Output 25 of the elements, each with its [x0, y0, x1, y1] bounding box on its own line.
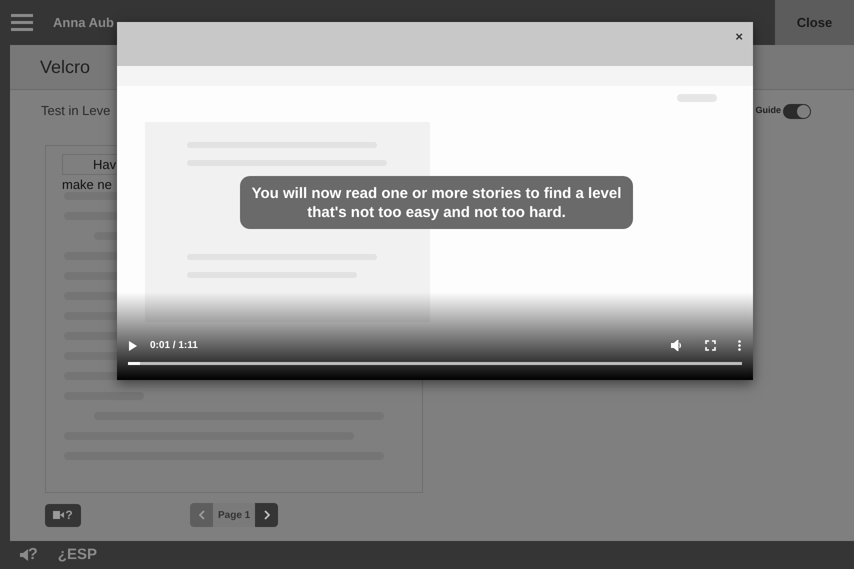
chevron-right-icon	[264, 510, 270, 520]
play-icon[interactable]	[129, 340, 137, 350]
volume-icon[interactable]	[671, 340, 683, 351]
time-display: 0:01 / 1:11	[150, 339, 198, 353]
more-options-icon[interactable]	[738, 340, 741, 351]
fullscreen-icon[interactable]	[705, 340, 716, 351]
next-page-button[interactable]	[255, 503, 278, 527]
toggle-label: Guide	[755, 104, 781, 118]
close-button[interactable]: Close	[775, 0, 854, 45]
video-camera-icon	[53, 511, 64, 519]
close-button[interactable]: ×	[735, 30, 743, 43]
progress-track[interactable]	[128, 362, 742, 365]
caption: You will now read one or more stories to find a level that's not too easy and not too hard.	[240, 176, 633, 229]
speaker-icon	[20, 549, 28, 561]
chevron-left-icon	[198, 510, 204, 520]
subtitle: Test in Leve	[41, 102, 110, 120]
audio-help-button[interactable]: ?	[20, 543, 38, 567]
guide-toggle[interactable]	[783, 104, 811, 118]
video-help-button[interactable]: ?	[45, 504, 81, 526]
page-indicator: Page 1	[213, 503, 256, 527]
story-text-line: make ne	[62, 176, 112, 194]
story-title: Velcro	[40, 56, 90, 78]
user-name: Anna Aub	[53, 14, 114, 32]
menu-icon[interactable]	[11, 14, 33, 32]
language-button[interactable]: ¿ESP	[58, 544, 97, 566]
